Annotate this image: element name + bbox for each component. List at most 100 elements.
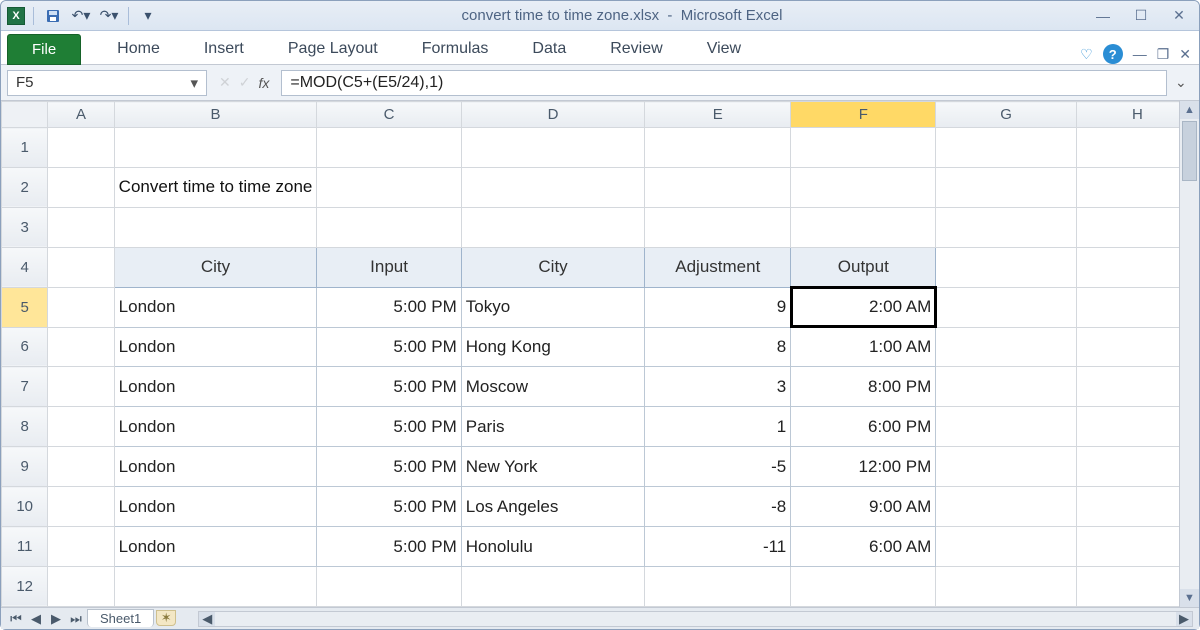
cell[interactable]	[791, 566, 936, 606]
row-header[interactable]: 2	[2, 167, 48, 207]
qat-customize-icon[interactable]: ▾	[137, 5, 159, 27]
column-header[interactable]: G	[936, 102, 1077, 128]
cell[interactable]	[317, 566, 461, 606]
cell[interactable]	[791, 167, 936, 207]
cell[interactable]	[48, 447, 114, 487]
name-box[interactable]: F5 ▾	[7, 70, 207, 96]
cell[interactable]	[48, 128, 114, 168]
cell[interactable]: 5:00 PM	[317, 487, 461, 527]
cell[interactable]	[936, 207, 1077, 247]
cell[interactable]: City	[114, 247, 317, 287]
cell[interactable]	[936, 447, 1077, 487]
cell[interactable]: Adjustment	[645, 247, 791, 287]
cell[interactable]: 5:00 PM	[317, 527, 461, 567]
column-header[interactable]: C	[317, 102, 461, 128]
cell[interactable]: 2:00 AM	[791, 287, 936, 327]
cell[interactable]: Output	[791, 247, 936, 287]
cell[interactable]: London	[114, 287, 317, 327]
row-header[interactable]: 10	[2, 487, 48, 527]
cell[interactable]	[48, 287, 114, 327]
cell[interactable]: Convert time to time zone	[114, 167, 317, 207]
cell[interactable]	[645, 207, 791, 247]
cell[interactable]: London	[114, 407, 317, 447]
cell[interactable]: New York	[461, 447, 645, 487]
redo-icon[interactable]: ↷▾	[98, 5, 120, 27]
cell[interactable]	[48, 167, 114, 207]
scroll-right-icon[interactable]: ▶	[1176, 612, 1192, 626]
cell[interactable]	[936, 327, 1077, 367]
cell[interactable]	[48, 327, 114, 367]
cell[interactable]: Honolulu	[461, 527, 645, 567]
cell[interactable]: 1:00 AM	[791, 327, 936, 367]
mdi-close-icon[interactable]: ✕	[1179, 46, 1191, 63]
column-header[interactable]: A	[48, 102, 114, 128]
fx-icon[interactable]: fx	[258, 75, 269, 91]
cell[interactable]	[48, 247, 114, 287]
cell[interactable]: 9	[645, 287, 791, 327]
scroll-left-icon[interactable]: ◀	[199, 612, 215, 626]
horizontal-scrollbar[interactable]: ◀ ▶	[198, 611, 1193, 627]
cell[interactable]	[114, 128, 317, 168]
enter-formula-icon[interactable]: ✓	[239, 74, 251, 91]
cell[interactable]	[645, 566, 791, 606]
cell[interactable]	[936, 367, 1077, 407]
row-header[interactable]: 9	[2, 447, 48, 487]
cell[interactable]: City	[461, 247, 645, 287]
cell[interactable]: London	[114, 487, 317, 527]
tab-data[interactable]: Data	[524, 34, 574, 64]
cell[interactable]	[114, 207, 317, 247]
row-header[interactable]: 5	[2, 287, 48, 327]
scroll-up-icon[interactable]: ▲	[1180, 101, 1199, 119]
cell[interactable]	[936, 167, 1077, 207]
cell[interactable]	[936, 407, 1077, 447]
expand-formula-bar-icon[interactable]: ⌄	[1175, 74, 1193, 91]
cell[interactable]: 5:00 PM	[317, 407, 461, 447]
cell[interactable]	[114, 566, 317, 606]
tab-insert[interactable]: Insert	[196, 34, 252, 64]
cell[interactable]: London	[114, 527, 317, 567]
tab-formulas[interactable]: Formulas	[414, 34, 497, 64]
prev-sheet-icon[interactable]: ◀	[27, 611, 45, 627]
cell[interactable]: -11	[645, 527, 791, 567]
help-icon[interactable]: ?	[1103, 44, 1123, 64]
cell[interactable]: -5	[645, 447, 791, 487]
save-icon[interactable]	[42, 5, 64, 27]
cell[interactable]	[48, 407, 114, 447]
mdi-minimize-icon[interactable]: —	[1133, 46, 1147, 62]
tab-home[interactable]: Home	[109, 34, 168, 64]
new-sheet-button[interactable]: ✶	[156, 610, 176, 626]
cell[interactable]	[936, 247, 1077, 287]
cell[interactable]: Hong Kong	[461, 327, 645, 367]
formula-input[interactable]: =MOD(C5+(E5/24),1)	[281, 70, 1167, 96]
vertical-scrollbar[interactable]: ▲ ▼	[1179, 101, 1199, 607]
close-button[interactable]: ✕	[1165, 7, 1193, 25]
cell[interactable]: London	[114, 367, 317, 407]
cell[interactable]	[936, 566, 1077, 606]
cell[interactable]	[48, 527, 114, 567]
cell[interactable]: Tokyo	[461, 287, 645, 327]
cell[interactable]	[48, 207, 114, 247]
cell[interactable]	[791, 207, 936, 247]
cell[interactable]	[936, 527, 1077, 567]
cell[interactable]: 8	[645, 327, 791, 367]
ribbon-minimize-icon[interactable]: ♡	[1080, 46, 1093, 63]
cell[interactable]	[461, 128, 645, 168]
cell[interactable]: Paris	[461, 407, 645, 447]
cell[interactable]: 12:00 PM	[791, 447, 936, 487]
last-sheet-icon[interactable]: ⏭	[67, 611, 85, 627]
row-header[interactable]: 6	[2, 327, 48, 367]
maximize-button[interactable]: ☐	[1127, 7, 1155, 25]
cell[interactable]: London	[114, 327, 317, 367]
cell[interactable]: 5:00 PM	[317, 287, 461, 327]
cell[interactable]	[48, 566, 114, 606]
scroll-track[interactable]	[1180, 119, 1199, 589]
sheet-tab[interactable]: Sheet1	[87, 609, 154, 627]
cell[interactable]	[317, 128, 461, 168]
column-header[interactable]: D	[461, 102, 645, 128]
select-all-cell[interactable]	[2, 102, 48, 128]
cell[interactable]: Input	[317, 247, 461, 287]
cell[interactable]: 9:00 AM	[791, 487, 936, 527]
tab-page-layout[interactable]: Page Layout	[280, 34, 386, 64]
column-header[interactable]: B	[114, 102, 317, 128]
cell[interactable]	[936, 487, 1077, 527]
